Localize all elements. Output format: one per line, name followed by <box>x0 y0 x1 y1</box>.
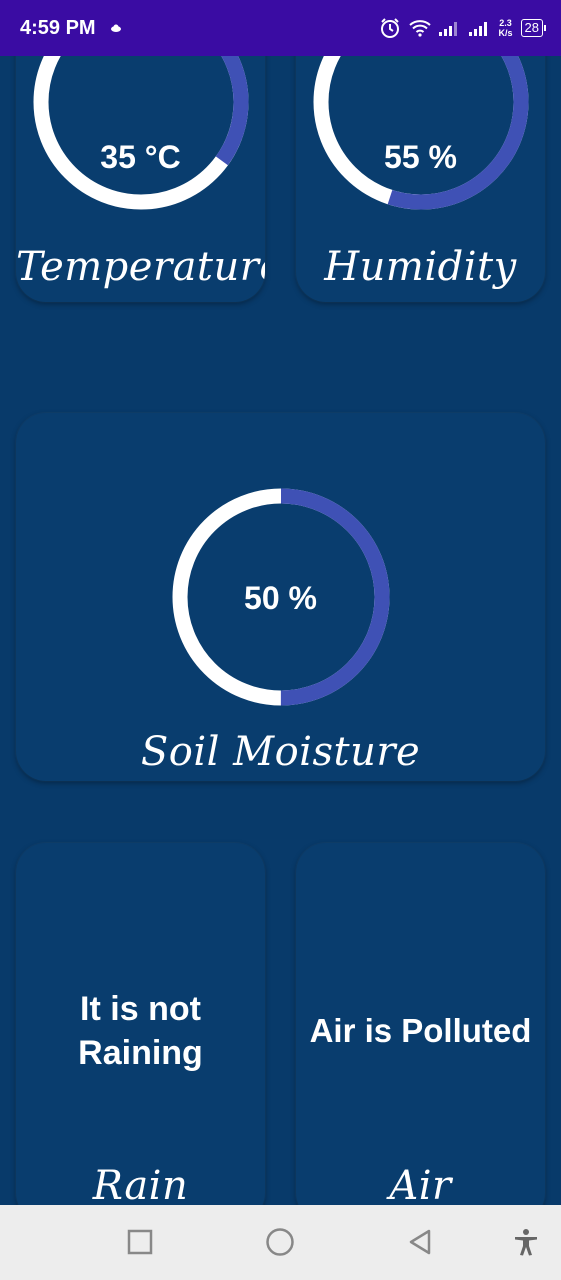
alarm-icon <box>379 17 401 39</box>
soil-moisture-value: 50 % <box>244 580 317 616</box>
recents-square-icon[interactable] <box>125 1227 155 1257</box>
battery-level: 28 <box>524 20 539 35</box>
temperature-value: 35 °C <box>100 139 181 175</box>
network-speed-unit: K/s <box>498 28 513 38</box>
battery-icon: 28 <box>520 19 547 37</box>
temperature-label: Temperature <box>16 244 265 290</box>
humidity-card[interactable]: 55 % Humidity <box>296 56 545 302</box>
temperature-gauge <box>33 56 249 210</box>
air-label: Air <box>389 1163 452 1205</box>
back-triangle-icon[interactable] <box>405 1227 435 1257</box>
soil-moisture-card[interactable]: 50 % Soil Moisture <box>16 413 545 781</box>
signal-bars-icon-2 <box>468 20 491 36</box>
temperature-card[interactable]: 35 °C Temperature <box>16 56 265 302</box>
humidity-label: Humidity <box>324 244 517 290</box>
rain-card[interactable]: It is not Raining Rain <box>16 843 265 1205</box>
humidity-gauge <box>313 56 529 210</box>
dashboard-content[interactable]: 35 °C Temperature 55 % Humidity 50 % Soi… <box>0 56 561 1205</box>
status-time: 4:59 PM <box>20 16 96 39</box>
rain-status-line-1: It is not <box>80 990 201 1028</box>
home-circle-icon[interactable] <box>265 1227 295 1257</box>
network-speed: 2.3 K/s <box>499 18 513 38</box>
soil-moisture-label: Soil Moisture <box>140 729 421 775</box>
rain-status: It is not Raining <box>16 987 265 1075</box>
accessibility-icon[interactable] <box>511 1227 541 1257</box>
humidity-value: 55 % <box>384 139 457 175</box>
rain-status-line-2: Raining <box>78 1034 203 1072</box>
signal-bars-icon-1 <box>438 20 461 36</box>
navigation-bar <box>0 1205 561 1280</box>
status-bar: 4:59 PM 2.3 K/s 28 <box>0 0 561 56</box>
air-status: Air is Polluted <box>309 1012 532 1049</box>
wifi-icon <box>408 19 431 37</box>
rain-label: Rain <box>92 1163 189 1205</box>
network-speed-value: 2.3 <box>499 18 512 28</box>
notification-cloud-icon <box>110 24 122 32</box>
air-card[interactable]: Air is Polluted Air <box>296 843 545 1205</box>
